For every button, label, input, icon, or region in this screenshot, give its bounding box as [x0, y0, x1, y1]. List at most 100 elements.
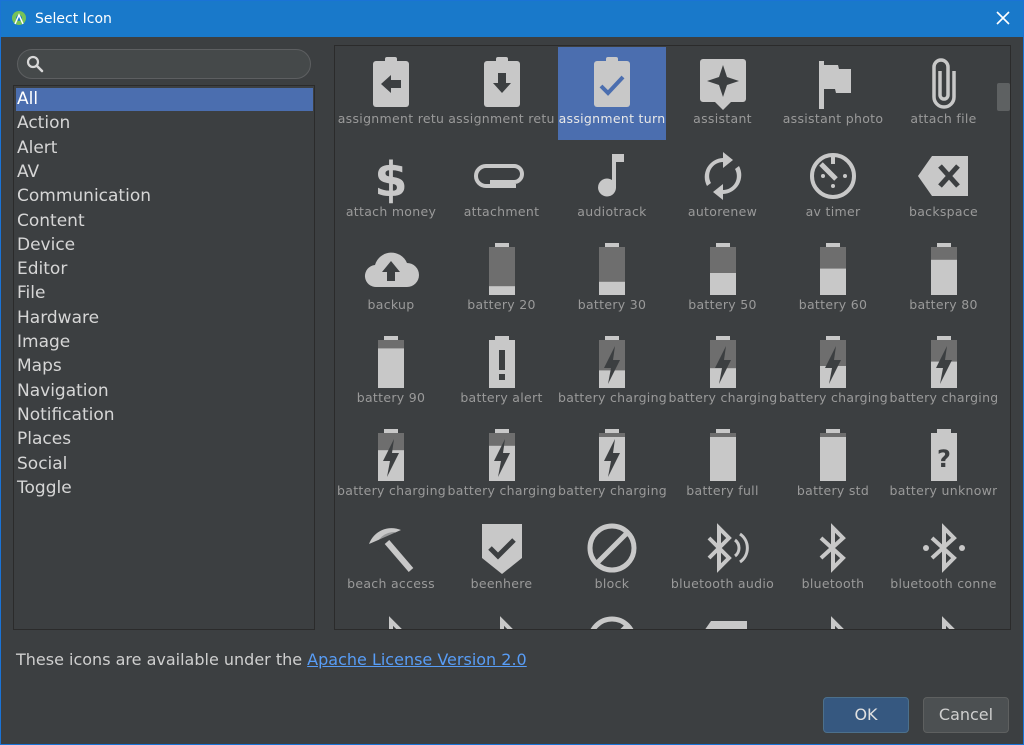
icon-tile[interactable]: block: [558, 512, 666, 605]
android-studio-icon: [12, 11, 26, 25]
category-item-content[interactable]: Content: [16, 210, 313, 233]
icon-tile[interactable]: bluetooth conne: [890, 512, 998, 605]
icon-tile[interactable]: attach file: [890, 47, 998, 140]
icon-tile-partial[interactable]: [669, 605, 777, 629]
icon-tile-partial[interactable]: [558, 605, 666, 629]
category-item-av[interactable]: AV: [16, 161, 313, 184]
icon-tile[interactable]: battery charging: [558, 419, 666, 512]
category-item-communication[interactable]: Communication: [16, 185, 313, 208]
category-list[interactable]: All Action Alert AV Communication Content Devi…: [13, 85, 315, 630]
icon-tile-partial[interactable]: [337, 605, 445, 629]
category-item-notification[interactable]: Notification: [16, 404, 313, 427]
icon-tile[interactable]: battery charging: [890, 326, 998, 419]
icon-tile[interactable]: av timer: [779, 140, 887, 233]
icon-tile[interactable]: attachment: [448, 140, 556, 233]
category-item-hardware[interactable]: Hardware: [16, 307, 313, 330]
icon-tile[interactable]: beach access: [337, 512, 445, 605]
category-item-device[interactable]: Device: [16, 234, 313, 257]
category-item-alert[interactable]: Alert: [16, 137, 313, 160]
icon-tile[interactable]: audiotrack: [558, 140, 666, 233]
beenhere-icon: [481, 524, 522, 574]
icon-label: battery 20: [467, 297, 536, 312]
bluetooth-icon: [499, 616, 513, 629]
category-item-toggle[interactable]: Toggle: [16, 477, 313, 500]
battery-charging-full-icon: [599, 429, 625, 481]
bluetooth-icon: [389, 616, 402, 629]
icon-tile[interactable]: battery charging: [779, 326, 887, 419]
bluetooth-icon: [819, 523, 846, 573]
select-icon-dialog: Select Icon All Action Alert AV Communicatio…: [0, 0, 1024, 745]
bluetooth-audio-icon: [707, 523, 749, 573]
category-item-action[interactable]: Action: [16, 112, 313, 135]
icon-tile[interactable]: assistant: [669, 47, 777, 140]
backspace-icon: [704, 621, 747, 629]
search-box[interactable]: [17, 49, 311, 79]
battery-unknown-icon: ?: [930, 429, 957, 481]
icon-tile[interactable]: backspace: [890, 140, 998, 233]
icon-label: backup: [367, 297, 415, 312]
icon-label: bluetooth audio: [670, 576, 775, 591]
icon-label: backspace: [908, 204, 979, 219]
icon-grid-scrollbar-track[interactable]: [997, 47, 1010, 629]
window-title: Select Icon: [35, 11, 112, 27]
icon-tile[interactable]: battery 60: [779, 233, 887, 326]
battery-60-icon: [820, 243, 846, 295]
category-item-all[interactable]: All: [16, 88, 313, 111]
battery-charging-60-icon: [930, 336, 957, 388]
icon-label: battery charging: [447, 483, 556, 498]
license-link[interactable]: Apache License Version 2.0: [307, 650, 527, 669]
battery-std-icon: [820, 429, 846, 481]
icon-label: autorenew: [687, 204, 758, 219]
icon-tile[interactable]: assignment retu: [337, 47, 445, 140]
icon-tile-partial[interactable]: [890, 605, 998, 629]
category-item-places[interactable]: Places: [16, 428, 313, 451]
icon-tile[interactable]: battery charging: [448, 419, 556, 512]
category-item-navigation[interactable]: Navigation: [16, 380, 313, 403]
category-item-social[interactable]: Social: [16, 453, 313, 476]
icon-tile[interactable]: battery 80: [890, 233, 998, 326]
icon-tile[interactable]: battery 20: [448, 233, 556, 326]
icon-tile[interactable]: $ attach money: [337, 140, 445, 233]
assignment-return-icon: [373, 57, 409, 107]
icon-tile[interactable]: battery alert: [448, 326, 556, 419]
category-item-file[interactable]: File: [16, 282, 313, 305]
icon-tile[interactable]: battery 30: [558, 233, 666, 326]
icon-tile[interactable]: beenhere: [448, 512, 556, 605]
icon-tile[interactable]: battery full: [669, 419, 777, 512]
icon-tile[interactable]: battery std: [779, 419, 887, 512]
category-item-image[interactable]: Image: [16, 331, 313, 354]
icon-tile[interactable]: battery charging: [337, 419, 445, 512]
icon-label: battery 30: [577, 297, 647, 312]
icon-tile-partial[interactable]: [779, 605, 887, 629]
cancel-button[interactable]: Cancel: [923, 697, 1009, 733]
icon-tile[interactable]: bluetooth: [779, 512, 887, 605]
icon-tile[interactable]: assignment retu: [448, 47, 556, 140]
icon-tile[interactable]: battery charging: [669, 326, 777, 419]
icon-label: battery charging: [779, 390, 887, 405]
license-text: These icons are available under the: [16, 650, 308, 669]
icon-label: assistant photo: [782, 111, 884, 126]
icon-tile[interactable]: assistant photo: [779, 47, 887, 140]
icon-tile[interactable]: bluetooth audio: [669, 512, 777, 605]
icon-tile[interactable]: assignment turn: [558, 47, 666, 140]
icon-grid[interactable]: assignment retu assignment retu assignment…: [334, 45, 1011, 630]
icon-tile-partial[interactable]: [448, 605, 556, 629]
icon-tile[interactable]: battery charging: [558, 326, 666, 419]
icon-tile[interactable]: battery 50: [669, 233, 777, 326]
icon-tile[interactable]: autorenew: [669, 140, 777, 233]
icon-grid-scrollbar-thumb[interactable]: [997, 83, 1010, 111]
battery-charging-30-icon: [709, 336, 736, 388]
icon-label: assignment retu: [448, 111, 555, 126]
av-timer-icon: [810, 153, 856, 199]
icon-label: beach access: [347, 576, 435, 591]
search-input[interactable]: [52, 54, 306, 76]
category-item-maps[interactable]: Maps: [16, 355, 313, 378]
close-icon[interactable]: [993, 8, 1013, 28]
backup-icon: [364, 252, 419, 288]
ok-button[interactable]: OK: [823, 697, 909, 733]
battery-50-icon: [709, 243, 736, 295]
category-item-editor[interactable]: Editor: [16, 258, 313, 281]
icon-tile[interactable]: battery 90: [337, 326, 445, 419]
icon-tile[interactable]: ? battery unknown: [890, 419, 998, 512]
icon-tile[interactable]: backup: [337, 233, 445, 326]
